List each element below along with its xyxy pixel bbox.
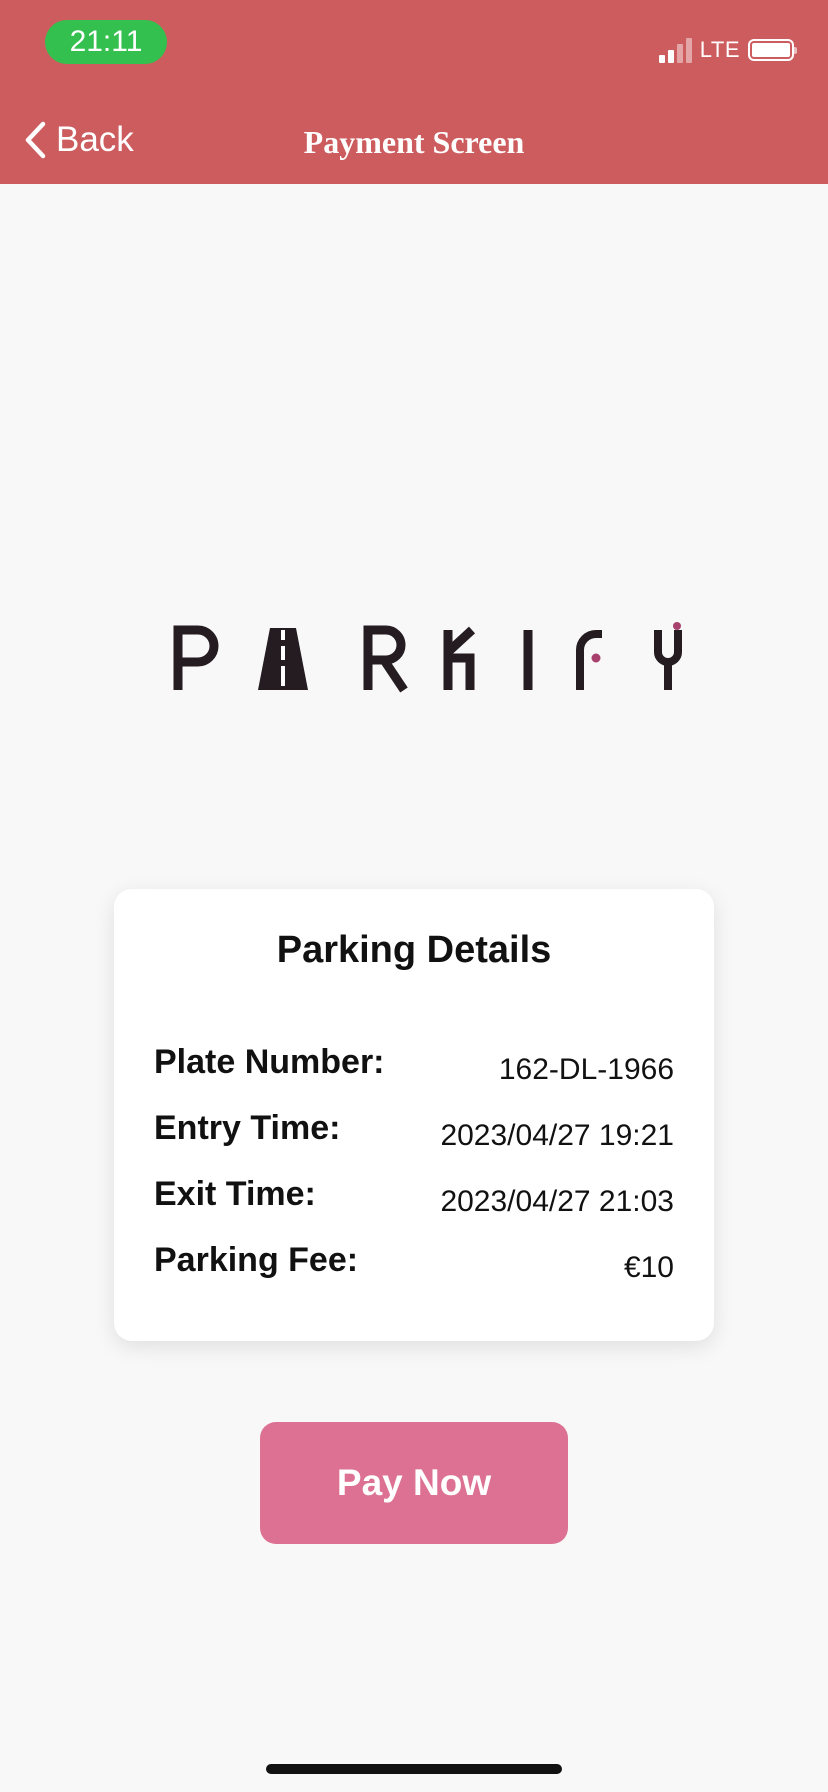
navigation-header: 21:11 LTE Back Payment Screen	[0, 0, 828, 184]
status-time: 21:11	[45, 20, 167, 64]
cellular-signal-icon	[658, 37, 692, 63]
detail-row-exit: Exit Time: 2023/04/27 21:03	[154, 1175, 674, 1225]
detail-row-entry: Entry Time: 2023/04/27 19:21	[154, 1109, 674, 1159]
entry-time-label: Entry Time:	[154, 1109, 341, 1147]
logo-accent-dot	[591, 653, 601, 663]
battery-icon	[748, 39, 797, 61]
home-indicator[interactable]	[266, 1764, 562, 1774]
network-type: LTE	[699, 37, 740, 62]
exit-time-label: Exit Time:	[154, 1175, 316, 1213]
detail-row-fee: Parking Fee: €10	[154, 1241, 674, 1291]
parking-details-card: Parking Details Plate Number: 162-DL-196…	[114, 889, 714, 1341]
page-title: Payment Screen	[303, 124, 525, 160]
plate-number-value: 162-DL-1966	[498, 1053, 674, 1086]
detail-row-plate: Plate Number: 162-DL-1966	[154, 1043, 674, 1093]
card-title: Parking Details	[276, 929, 552, 971]
parking-fee-value: €10	[623, 1251, 674, 1284]
status-indicators: LTE	[658, 34, 797, 66]
plate-number-label: Plate Number:	[154, 1043, 385, 1081]
parking-fee-label: Parking Fee:	[154, 1241, 359, 1279]
pay-now-button[interactable]: Pay Now	[260, 1422, 568, 1544]
entry-time-value: 2023/04/27 19:21	[440, 1119, 674, 1152]
parkify-logo	[172, 622, 684, 694]
exit-time-value: 2023/04/27 21:03	[440, 1185, 674, 1218]
